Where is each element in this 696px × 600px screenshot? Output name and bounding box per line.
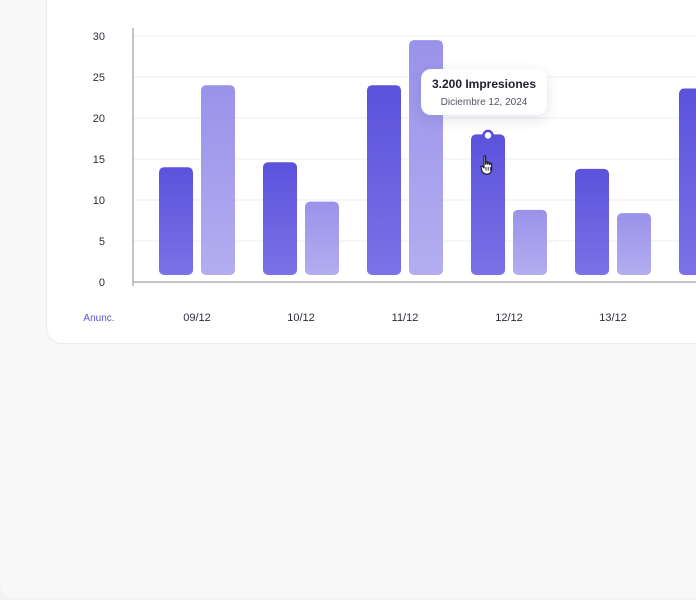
x-tick-label: 12/12 — [495, 312, 523, 324]
hand-pointer-icon — [480, 155, 493, 175]
x-tick-label: 09/12 — [183, 312, 211, 324]
tooltip-title: 3.200 Impresiones — [431, 77, 537, 91]
bar — [617, 213, 651, 275]
chart-tooltip: 3.200 Impresiones Diciembre 12, 2024 — [421, 69, 547, 115]
y-tick-label: 5 — [99, 236, 105, 248]
tooltip-date: Diciembre 12, 2024 — [440, 97, 528, 108]
bar-chart: 05101520253009/1210/1211/1212/1213/1214/… — [83, 28, 696, 324]
y-tick-label: 20 — [93, 113, 105, 125]
y-tick-label: 10 — [93, 195, 105, 207]
y-tick-label: 0 — [99, 277, 105, 289]
bar — [575, 168, 609, 275]
hover-marker — [482, 129, 494, 142]
y-tick-label: 25 — [93, 72, 105, 84]
x-tick-label: 10/12 — [287, 312, 315, 324]
bar — [201, 85, 235, 275]
bar — [679, 88, 696, 275]
bar — [513, 209, 547, 275]
bar — [305, 201, 339, 275]
bar — [367, 85, 401, 275]
x-tick-label: 13/12 — [599, 312, 627, 324]
bar — [263, 162, 297, 275]
x-tick-label: 11/12 — [392, 312, 419, 324]
y-tick-label: 30 — [93, 31, 105, 43]
bar — [159, 167, 193, 275]
x-axis-label: Anunc. — [83, 313, 114, 324]
y-tick-label: 15 — [93, 154, 105, 166]
